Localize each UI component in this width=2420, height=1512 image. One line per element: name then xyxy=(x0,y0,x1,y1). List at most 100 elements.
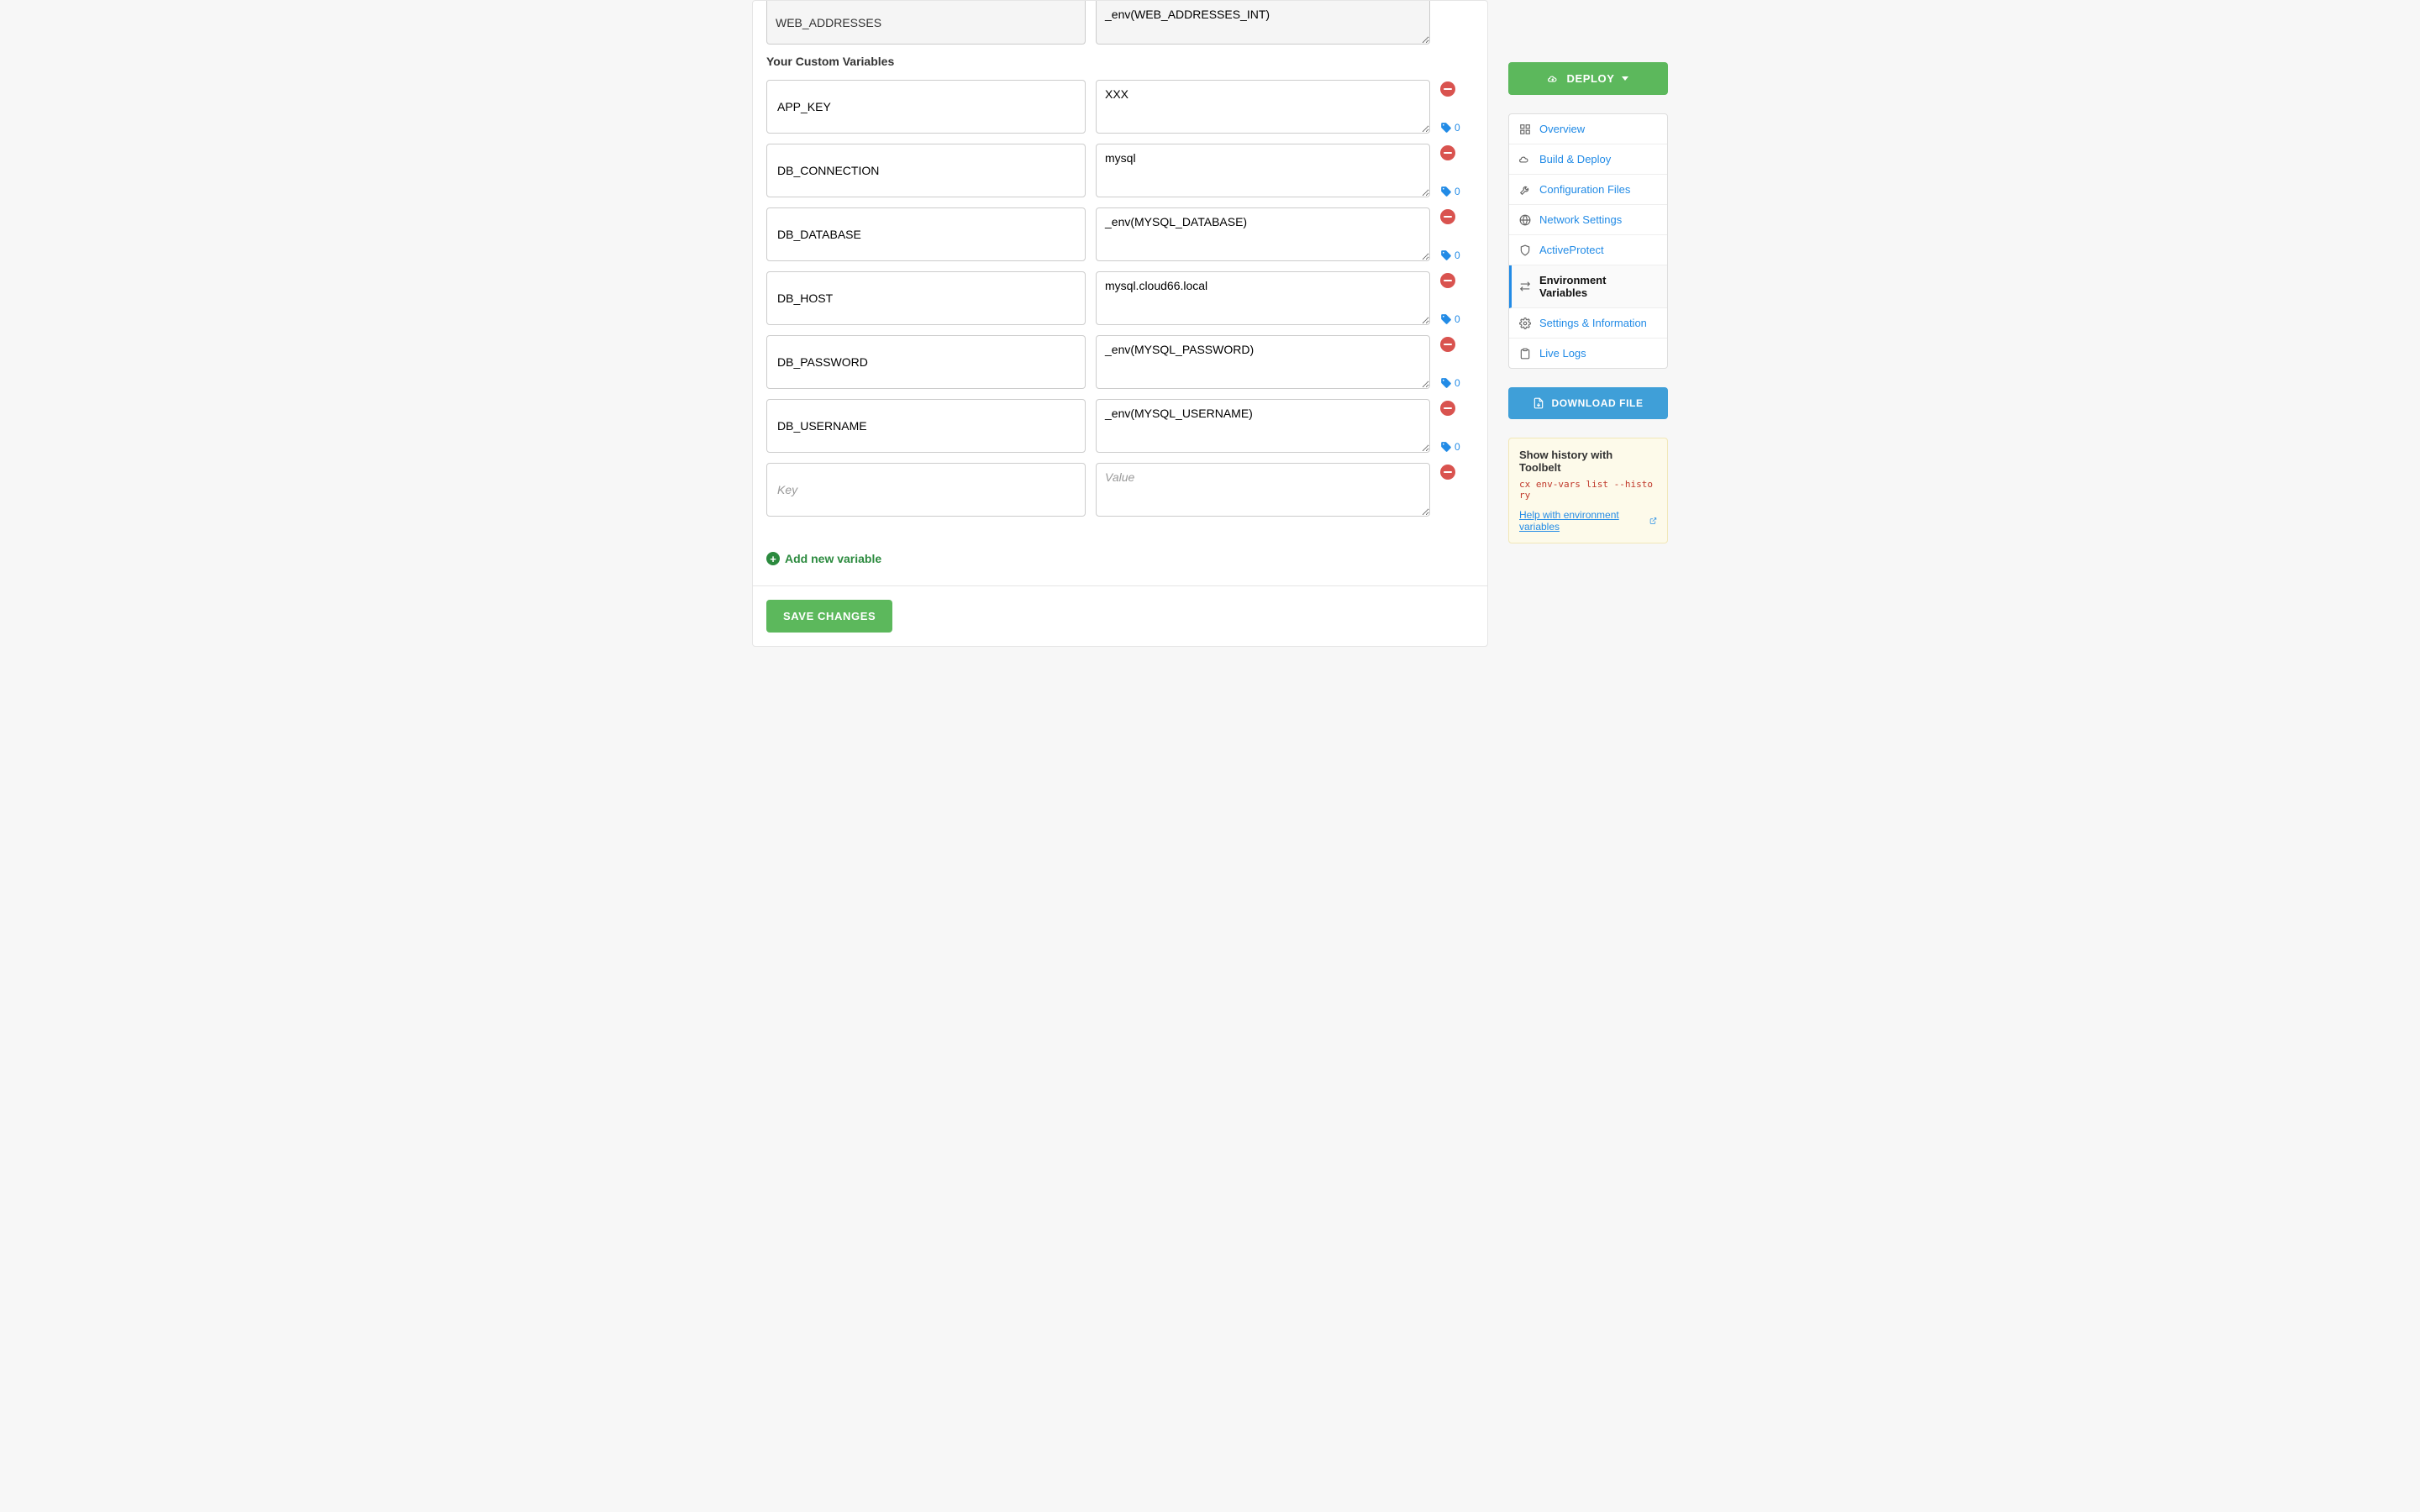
tag-icon xyxy=(1440,441,1452,453)
download-icon xyxy=(1533,397,1544,409)
remove-icon[interactable] xyxy=(1440,209,1455,224)
remove-icon[interactable] xyxy=(1440,337,1455,352)
sidebar-item-label: Configuration Files xyxy=(1539,183,1630,196)
tag-icon xyxy=(1440,313,1452,325)
deploy-icon xyxy=(1548,73,1560,85)
gear-icon xyxy=(1519,318,1531,329)
chevron-down-icon xyxy=(1622,76,1628,81)
var-key-input[interactable] xyxy=(776,87,1076,126)
var-key[interactable] xyxy=(766,80,1086,134)
system-var-value xyxy=(1096,1,1430,45)
custom-var-row: 0 xyxy=(766,335,1474,389)
new-var-value[interactable] xyxy=(1096,463,1430,517)
var-key-input[interactable] xyxy=(776,279,1076,318)
remove-icon[interactable] xyxy=(1440,465,1455,480)
download-file-button[interactable]: DOWNLOAD FILE xyxy=(1508,387,1668,419)
add-new-variable-label: Add new variable xyxy=(785,552,881,565)
deploy-button[interactable]: DEPLOY xyxy=(1508,62,1668,95)
system-var-row: WEB_ADDRESSES xyxy=(766,1,1474,45)
sidebar-item-label: Network Settings xyxy=(1539,213,1622,226)
new-var-key-input[interactable] xyxy=(776,470,1076,509)
var-key[interactable] xyxy=(766,207,1086,261)
globe-icon xyxy=(1519,214,1531,226)
tag-count-value: 0 xyxy=(1455,122,1460,134)
external-link-icon xyxy=(1649,517,1657,525)
custom-var-row: 0 xyxy=(766,271,1474,325)
sidebar-item-label: Environment Variables xyxy=(1539,274,1657,299)
var-key[interactable] xyxy=(766,399,1086,453)
tag-count-value: 0 xyxy=(1455,377,1460,389)
sidebar-item-build-deploy[interactable]: Build & Deploy xyxy=(1509,144,1667,175)
var-row-actions: 0 xyxy=(1440,80,1462,134)
sidebar-item-live-logs[interactable]: Live Logs xyxy=(1509,339,1667,368)
var-row-actions: 0 xyxy=(1440,271,1462,325)
tag-count[interactable]: 0 xyxy=(1440,249,1462,261)
custom-var-row: 0 xyxy=(766,207,1474,261)
var-value[interactable] xyxy=(1096,335,1430,389)
sidebar-item-label: Live Logs xyxy=(1539,347,1586,360)
remove-icon[interactable] xyxy=(1440,273,1455,288)
tag-icon xyxy=(1440,122,1452,134)
custom-var-row: 0 xyxy=(766,144,1474,197)
var-value[interactable] xyxy=(1096,207,1430,261)
new-var-row xyxy=(766,463,1474,517)
new-var-key[interactable] xyxy=(766,463,1086,517)
footer-bar: SAVE CHANGES xyxy=(753,585,1487,646)
var-value[interactable] xyxy=(1096,80,1430,134)
custom-vars-heading: Your Custom Variables xyxy=(766,55,1474,68)
tag-count[interactable]: 0 xyxy=(1440,313,1462,325)
sidebar-item-env-vars[interactable]: Environment Variables xyxy=(1509,265,1667,308)
var-value[interactable] xyxy=(1096,271,1430,325)
tag-count-value: 0 xyxy=(1455,441,1460,453)
var-row-actions: 0 xyxy=(1440,207,1462,261)
var-row-actions: 0 xyxy=(1440,335,1462,389)
deploy-label: DEPLOY xyxy=(1566,72,1614,85)
tag-icon xyxy=(1440,249,1452,261)
sidebar-item-config-files[interactable]: Configuration Files xyxy=(1509,175,1667,205)
remove-icon[interactable] xyxy=(1440,145,1455,160)
help-link[interactable]: Help with environment variables xyxy=(1519,509,1657,533)
var-key-input[interactable] xyxy=(776,151,1076,190)
help-panel: Show history with Toolbelt cx env-vars l… xyxy=(1508,438,1668,543)
var-key-input[interactable] xyxy=(776,407,1076,445)
var-value[interactable] xyxy=(1096,144,1430,197)
swap-icon xyxy=(1519,281,1531,292)
custom-var-row: 0 xyxy=(766,80,1474,134)
grid-icon xyxy=(1519,123,1531,135)
main-panel: WEB_ADDRESSES Your Custom Variables 0 0 0 0… xyxy=(752,0,1488,647)
sidebar-item-label: Settings & Information xyxy=(1539,317,1647,329)
remove-icon[interactable] xyxy=(1440,81,1455,97)
var-key-input[interactable] xyxy=(776,215,1076,254)
sidebar-nav: Overview Build & Deploy Configuration Fi… xyxy=(1508,113,1668,369)
custom-var-row: 0 xyxy=(766,399,1474,453)
var-key[interactable] xyxy=(766,335,1086,389)
sidebar-item-label: ActiveProtect xyxy=(1539,244,1604,256)
remove-icon[interactable] xyxy=(1440,401,1455,416)
sidebar-item-overview[interactable]: Overview xyxy=(1509,114,1667,144)
shield-icon xyxy=(1519,244,1531,256)
var-key[interactable] xyxy=(766,144,1086,197)
tag-icon xyxy=(1440,186,1452,197)
var-value[interactable] xyxy=(1096,399,1430,453)
var-key-input[interactable] xyxy=(776,343,1076,381)
var-row-actions: 0 xyxy=(1440,144,1462,197)
sidebar-item-activeprotect[interactable]: ActiveProtect xyxy=(1509,235,1667,265)
add-new-variable-link[interactable]: + Add new variable xyxy=(766,552,881,565)
tag-count[interactable]: 0 xyxy=(1440,122,1462,134)
tag-count-value: 0 xyxy=(1455,313,1460,325)
system-var-key-label: WEB_ADDRESSES xyxy=(776,16,881,29)
tag-count[interactable]: 0 xyxy=(1440,441,1462,453)
help-title: Show history with Toolbelt xyxy=(1519,449,1657,474)
help-link-label: Help with environment variables xyxy=(1519,509,1647,533)
tag-count-value: 0 xyxy=(1455,249,1460,261)
system-var-key: WEB_ADDRESSES xyxy=(766,1,1086,45)
sidebar-item-network[interactable]: Network Settings xyxy=(1509,205,1667,235)
sidebar-item-settings[interactable]: Settings & Information xyxy=(1509,308,1667,339)
sidebar-item-label: Build & Deploy xyxy=(1539,153,1611,165)
help-code: cx env-vars list --history xyxy=(1519,479,1657,501)
var-key[interactable] xyxy=(766,271,1086,325)
tag-count[interactable]: 0 xyxy=(1440,186,1462,197)
save-changes-button[interactable]: SAVE CHANGES xyxy=(766,600,892,633)
tag-count[interactable]: 0 xyxy=(1440,377,1462,389)
cloud-upload-icon xyxy=(1519,154,1531,165)
